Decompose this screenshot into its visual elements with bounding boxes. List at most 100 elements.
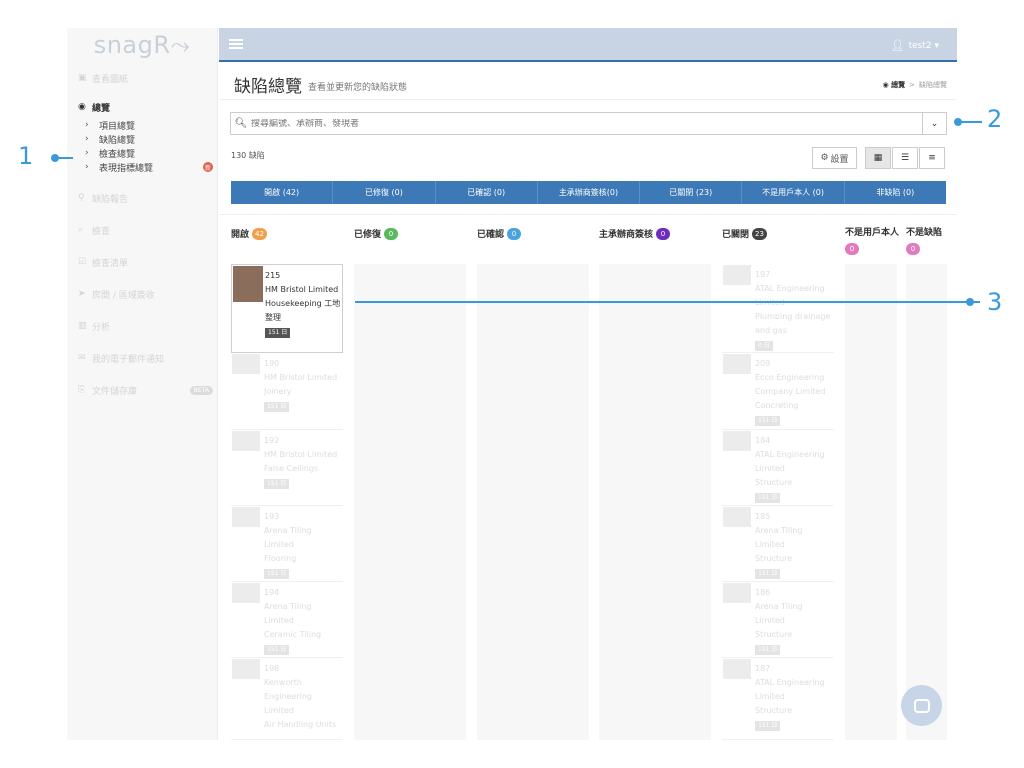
settings-button[interactable]: ⚙ 設置 [812,147,857,169]
sidebar-item[interactable]: ✉ 我的電子郵件通知 [67,342,217,374]
column-label: 主承辦商簽核 [599,230,654,240]
app-logo[interactable]: snagR ⤳ [67,28,217,62]
defect-card[interactable]: 192 HM Bristol Limited False Ceilings 151 日 [231,430,343,506]
defect-id: 190 [264,359,280,368]
map-marker-icon: ⚲ [78,193,85,203]
defect-card[interactable]: 185 Arena Tiling Limited Structure 151 日 [722,506,834,582]
defect-card[interactable]: 215 HM Bristol Limited Housekeeping 工地整理 15… [231,264,343,353]
defect-id: 209 [755,359,771,368]
trade-name: False Ceilings [264,464,319,473]
logo-text: snagR [93,31,171,59]
status-tab[interactable]: 開啟 (42) [231,181,334,204]
card-body: 197 ATAL Engineering Limited Plumbing drai… [755,268,833,352]
defect-card[interactable]: 194 Arena Tiling Limited Ceramic Tiling 151… [231,582,343,658]
status-tab[interactable]: 已修復 (0) [333,181,436,204]
days-badge: 0 日 [755,341,773,351]
card-body: 193 Arena Tiling Limited Flooring 151 日 [264,510,342,580]
sidebar-item-label: 分析 [92,322,111,333]
checklist-icon: ☑ [78,257,87,267]
contractor-name: ATAL Engineering Limited [755,450,825,473]
defect-count: 130 缺陷 [231,151,265,160]
breadcrumb-home-label: 總覽 [891,81,906,89]
defect-photo [233,266,263,302]
count-badge: 42 [252,227,267,240]
defect-photo [723,354,751,374]
contractor-name: HM Bristol Limited [264,450,338,459]
defect-id: 197 [755,270,771,279]
contractor-name: Ecco Engineering Company Limited [755,373,826,396]
trade-name: Structure [755,630,793,639]
document-icon: ⎘ [78,385,86,395]
chevron-right-icon: › [85,162,89,172]
defect-card[interactable]: 186 Arena Tiling Limited Structure 151 日 [722,582,834,658]
column-header: 不是用戶本人 0 [845,227,901,255]
logo-mark-icon: ⤳ [170,31,191,59]
status-tab[interactable]: 已確認 (0) [436,181,538,204]
trade-name: Housekeeping 工地整理 [265,299,341,322]
sidebar-item[interactable]: ⚲ 缺陷報告 [67,182,217,214]
trade-name: Ceramic Tiling [264,630,322,639]
search-input[interactable] [251,118,922,129]
column-header: 已確認 0 [477,227,522,240]
board-column-headers: 開啟 42 已修復 0 已確認 0 主承辦商簽核 0 已關閉 23 不是用戶本人 0 不是缺陷 0 [219,214,957,264]
status-tab[interactable]: 已關閉 (23) [640,181,743,204]
defect-photo [232,507,260,527]
defect-card[interactable]: 184 ATAL Engineering Limited Structure 151 … [722,430,834,506]
new-badge: 新 [203,162,213,172]
sidebar-item[interactable]: ◉ 總覽 [67,96,217,118]
defect-card[interactable]: 209 Ecco Engineering Company Limited Concr… [722,353,834,430]
chevron-down-icon[interactable]: ⌄ [922,113,946,134]
menu-toggle-icon[interactable] [229,39,243,49]
chat-icon [913,698,930,713]
breadcrumb-current: 缺陷總覽 [919,81,947,89]
defect-photo [232,354,260,374]
card-body: 187 ATAL Engineering Limited Structure 151 … [755,662,833,732]
sidebar-subitem[interactable]: › 檢查總覽 [67,146,217,160]
bar-chart-icon: ▥ [78,321,87,331]
count-badge: 0 [656,227,671,240]
status-tab[interactable]: 非缺陷 (0) [845,181,946,204]
defect-card[interactable]: 198 Kenworth Engineering Limited Air Handl… [231,658,343,740]
card-body: 209 Ecco Engineering Company Limited Concr… [755,357,833,427]
count-badge: 0 [845,243,859,255]
user-menu[interactable]: 👤︎ test2 ▾ [891,39,939,52]
callout-dot [51,154,59,162]
grid-view-button[interactable]: ▦ [865,147,891,169]
defect-id: 185 [755,512,771,521]
list-icon: ☰ [900,153,910,163]
sidebar-item[interactable]: ⎘ 文件儲存庫 BETA [67,374,217,406]
defect-card[interactable]: 187 ATAL Engineering Limited Structure 151 … [722,658,834,740]
list-view-button[interactable]: ☰ [892,147,918,169]
table-view-button[interactable]: ≡ [919,147,945,169]
card-body: 184 ATAL Engineering Limited Structure 151 … [755,434,833,504]
column-label: 已修復 [354,230,382,240]
sidebar-item[interactable]: ▥ 分析 [67,310,217,342]
defect-photo [232,583,260,603]
status-tab[interactable]: 不是用戶本人 (0) [742,181,845,204]
sidebar-subitem[interactable]: › 項目總覽 [67,118,217,132]
sidebar-item[interactable]: ▣ 查看圖紙 [67,62,217,94]
breadcrumb-home[interactable]: ◉ 總覽 [883,80,906,90]
sidebar-item[interactable]: ➤ 房間 / 區域簽收 [67,278,217,310]
card-body: 185 Arena Tiling Limited Structure 151 日 [755,510,833,580]
days-badge: 151 日 [755,493,781,503]
defect-photo [723,507,751,527]
sidebar-item[interactable]: ⌕ 檢查 [67,214,217,246]
contractor-name: Arena Tiling Limited [264,526,312,549]
defect-card[interactable]: 197 ATAL Engineering Limited Plumbing drai… [722,264,834,353]
sidebar-item[interactable]: ☑ 檢查清單 [67,246,217,278]
sidebar-subitem-label: 表現指標總覽 [99,163,154,174]
defect-card[interactable]: 190 HM Bristol Limited Joinery 151 日 [231,353,343,430]
defect-card[interactable]: 193 Arena Tiling Limited Flooring 151 日 [231,506,343,582]
defect-id: 193 [264,512,280,521]
defect-photo [232,431,260,451]
sidebar-subitem[interactable]: › 缺陷總覽 [67,132,217,146]
callout-number: 2 [987,105,1003,133]
contractor-name: HM Bristol Limited [265,285,339,294]
defect-photo [723,265,751,285]
sidebar-subitem[interactable]: › 表現指標總覽 新 [67,160,217,174]
chat-launcher[interactable] [901,685,942,726]
callout-number: 1 [18,142,34,170]
status-tab[interactable]: 主承辦商簽核(0) [538,181,641,204]
user-name: test2 ▾ [908,40,939,51]
